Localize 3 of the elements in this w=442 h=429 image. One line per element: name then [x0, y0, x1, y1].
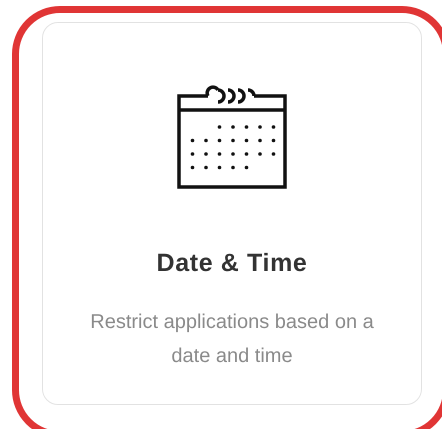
card-description: Restrict applications based on a date and time: [89, 310, 375, 368]
card-title: Date & Time: [156, 248, 308, 279]
option-card[interactable]: Date & Time Restrict applications based on a date and time: [42, 22, 422, 405]
